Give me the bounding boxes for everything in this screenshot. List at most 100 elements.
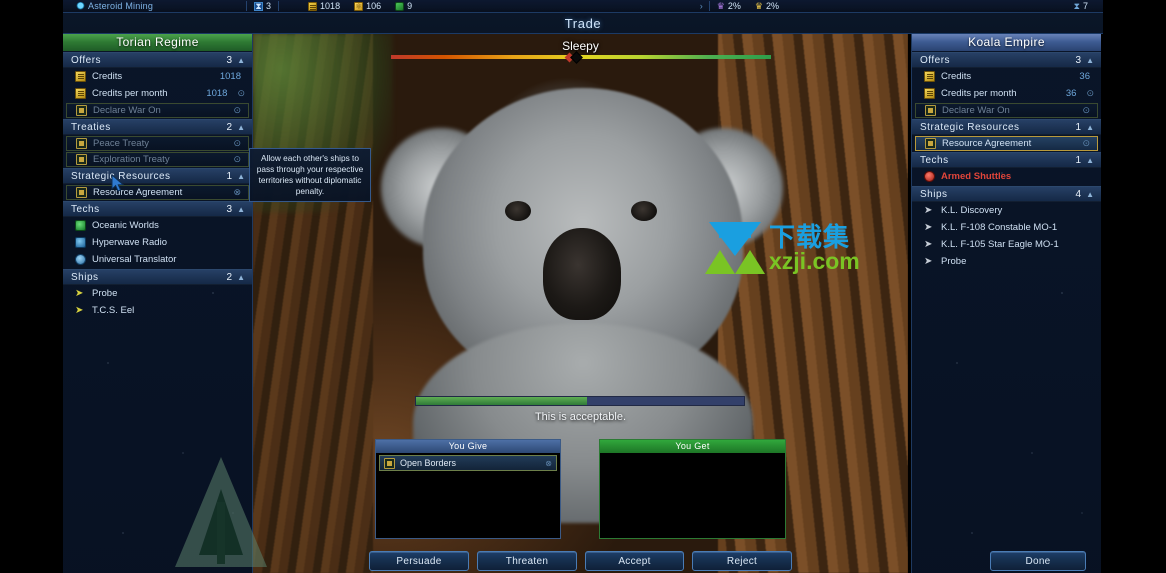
left-faction-sections: Offers 3 ▲ Credits 1018 Credits per month 1018…	[63, 52, 252, 319]
list-item[interactable]: ➤ K.L. Discovery	[912, 202, 1101, 219]
list-item[interactable]: Hyperwave Radio	[63, 234, 252, 251]
list-item-label: Exploration Treaty	[93, 154, 170, 165]
chevron-up-icon[interactable]: ▲	[237, 273, 245, 282]
list-item-option-icon[interactable]: ⊗	[233, 187, 241, 198]
influence-yellow-indicator: ♛ 2%	[748, 0, 786, 13]
list-item[interactable]: Credits per month 1018 ⊙	[63, 85, 252, 102]
accept-button[interactable]: Accept	[585, 551, 684, 571]
section-header[interactable]: Treaties 2 ▲	[63, 119, 252, 135]
list-item[interactable]: ➤ T.C.S. Eel	[63, 302, 252, 319]
you-give-panel[interactable]: You Give Open Borders ⊗	[375, 439, 561, 539]
ship-white-icon: ➤	[924, 239, 933, 250]
treaty-icon	[76, 105, 87, 116]
approval-status-text: This is acceptable.	[534, 411, 627, 423]
chevron-right-icon[interactable]: ›	[700, 1, 703, 11]
credits-icon	[924, 88, 935, 99]
list-item-option-icon[interactable]: ⊙	[1082, 105, 1090, 116]
tech-translator-icon	[75, 254, 86, 265]
list-item[interactable]: Resource Agreement ⊙	[915, 136, 1098, 151]
reject-button[interactable]: Reject	[692, 551, 792, 571]
list-item[interactable]: Armed Shuttles	[912, 168, 1101, 185]
list-item[interactable]: Exploration Treaty ⊙	[66, 152, 249, 167]
list-item-label: K.L. F-108 Constable MO-1	[941, 222, 1058, 233]
treaty-icon	[76, 154, 87, 165]
threaten-button[interactable]: Threaten	[477, 551, 577, 571]
list-item-option-icon[interactable]: ⊙	[237, 88, 245, 99]
credits-icon	[924, 71, 935, 82]
list-item-option-icon[interactable]: ⊙	[233, 105, 241, 116]
research-icon	[354, 1, 364, 11]
chevron-up-icon[interactable]: ▲	[1086, 190, 1094, 199]
list-item[interactable]: Oceanic Worlds	[63, 217, 252, 234]
done-button[interactable]: Done	[990, 551, 1086, 571]
list-item[interactable]: Resource Agreement ⊗	[66, 185, 249, 200]
list-item-label: K.L. F-105 Star Eagle MO-1	[941, 239, 1059, 250]
research-indicator[interactable]: Asteroid Mining	[69, 0, 160, 13]
section-header[interactable]: Strategic Resources 1 ▲	[63, 168, 252, 184]
list-item[interactable]: ➤ K.L. F-108 Constable MO-1	[912, 219, 1101, 236]
turn-indicator: ⧗ 7	[1067, 0, 1095, 13]
turns-indicator: 3	[247, 0, 278, 13]
treaty-icon	[76, 138, 87, 149]
list-item-label: Declare War On	[942, 105, 1010, 116]
list-item[interactable]: Declare War On ⊙	[915, 103, 1098, 118]
chevron-up-icon[interactable]: ▲	[237, 172, 245, 181]
list-item[interactable]: Credits per month 36 ⊙	[912, 85, 1101, 102]
section-header[interactable]: Offers 3 ▲	[63, 52, 252, 68]
credits-icon	[75, 88, 86, 99]
list-item[interactable]: Declare War On ⊙	[66, 103, 249, 118]
food-indicator: 9	[388, 0, 419, 13]
chevron-up-icon[interactable]: ▲	[237, 123, 245, 132]
section-header[interactable]: Techs 3 ▲	[63, 201, 252, 217]
section-header[interactable]: Strategic Resources 1 ▲	[912, 119, 1101, 135]
list-item-value: 36	[1079, 71, 1090, 82]
koala-eye-left	[505, 201, 531, 221]
window-titlebar: Trade	[63, 13, 1103, 34]
section-header[interactable]: Techs 1 ▲	[912, 152, 1101, 168]
list-item[interactable]: ➤ Probe	[912, 253, 1101, 270]
action-button-row: Persuade Threaten Accept Reject Done	[0, 551, 1166, 573]
section-header[interactable]: Ships 4 ▲	[912, 186, 1101, 202]
list-item[interactable]: Peace Treaty ⊙	[66, 136, 249, 151]
section-title: Strategic Resources	[920, 121, 1020, 133]
you-give-list[interactable]: Open Borders ⊗	[376, 455, 560, 471]
page-title: Trade	[564, 16, 602, 31]
list-item-value: 36	[1065, 88, 1077, 99]
treaty-icon	[76, 187, 87, 198]
list-item-option-icon[interactable]: ⊙	[1082, 138, 1090, 149]
chevron-up-icon[interactable]: ▲	[1086, 56, 1094, 65]
you-get-panel[interactable]: You Get	[599, 439, 786, 539]
remove-item-icon[interactable]: ⊗	[545, 459, 552, 468]
list-item-label: Resource Agreement	[942, 138, 1032, 149]
list-item-option-icon[interactable]: ⊙	[233, 138, 241, 149]
you-give-title: You Give	[376, 440, 560, 453]
list-item-option-icon[interactable]: ⊙	[1086, 88, 1094, 99]
ship-white-icon: ➤	[924, 222, 933, 233]
list-item-label: Credits	[941, 71, 972, 82]
section-header[interactable]: Ships 2 ▲	[63, 269, 252, 285]
watermark-en-text: xzji.com	[769, 247, 860, 274]
chevron-up-icon[interactable]: ▲	[1086, 123, 1094, 132]
list-item[interactable]: Credits 1018	[63, 68, 252, 85]
list-item[interactable]: ➤ Probe	[63, 285, 252, 302]
list-item-label: K.L. Discovery	[941, 205, 1003, 216]
chevron-up-icon[interactable]: ▲	[237, 56, 245, 65]
portrait-image	[253, 33, 908, 573]
influence-purple-indicator: ♛ 2%	[710, 0, 748, 13]
trade-item[interactable]: Open Borders ⊗	[379, 455, 557, 471]
chevron-up-icon[interactable]: ▲	[1086, 156, 1094, 165]
list-item[interactable]: ➤ K.L. F-105 Star Eagle MO-1	[912, 236, 1101, 253]
trade-item-label: Open Borders	[400, 458, 457, 468]
list-item-option-icon[interactable]: ⊙	[233, 154, 241, 165]
section-count: 1	[1075, 154, 1082, 166]
list-item[interactable]: Credits 36	[912, 68, 1101, 85]
section-title: Offers	[920, 54, 951, 66]
trophy-purple-icon: ♛	[716, 0, 725, 11]
list-item[interactable]: Universal Translator	[63, 251, 252, 268]
chevron-up-icon[interactable]: ▲	[237, 205, 245, 214]
persuade-button[interactable]: Persuade	[369, 551, 469, 571]
hourglass-icon: ⧗	[1073, 0, 1080, 11]
science-indicator: 106	[347, 0, 388, 13]
section-header[interactable]: Offers 3 ▲	[912, 52, 1101, 68]
list-item-label: Probe	[92, 288, 118, 299]
